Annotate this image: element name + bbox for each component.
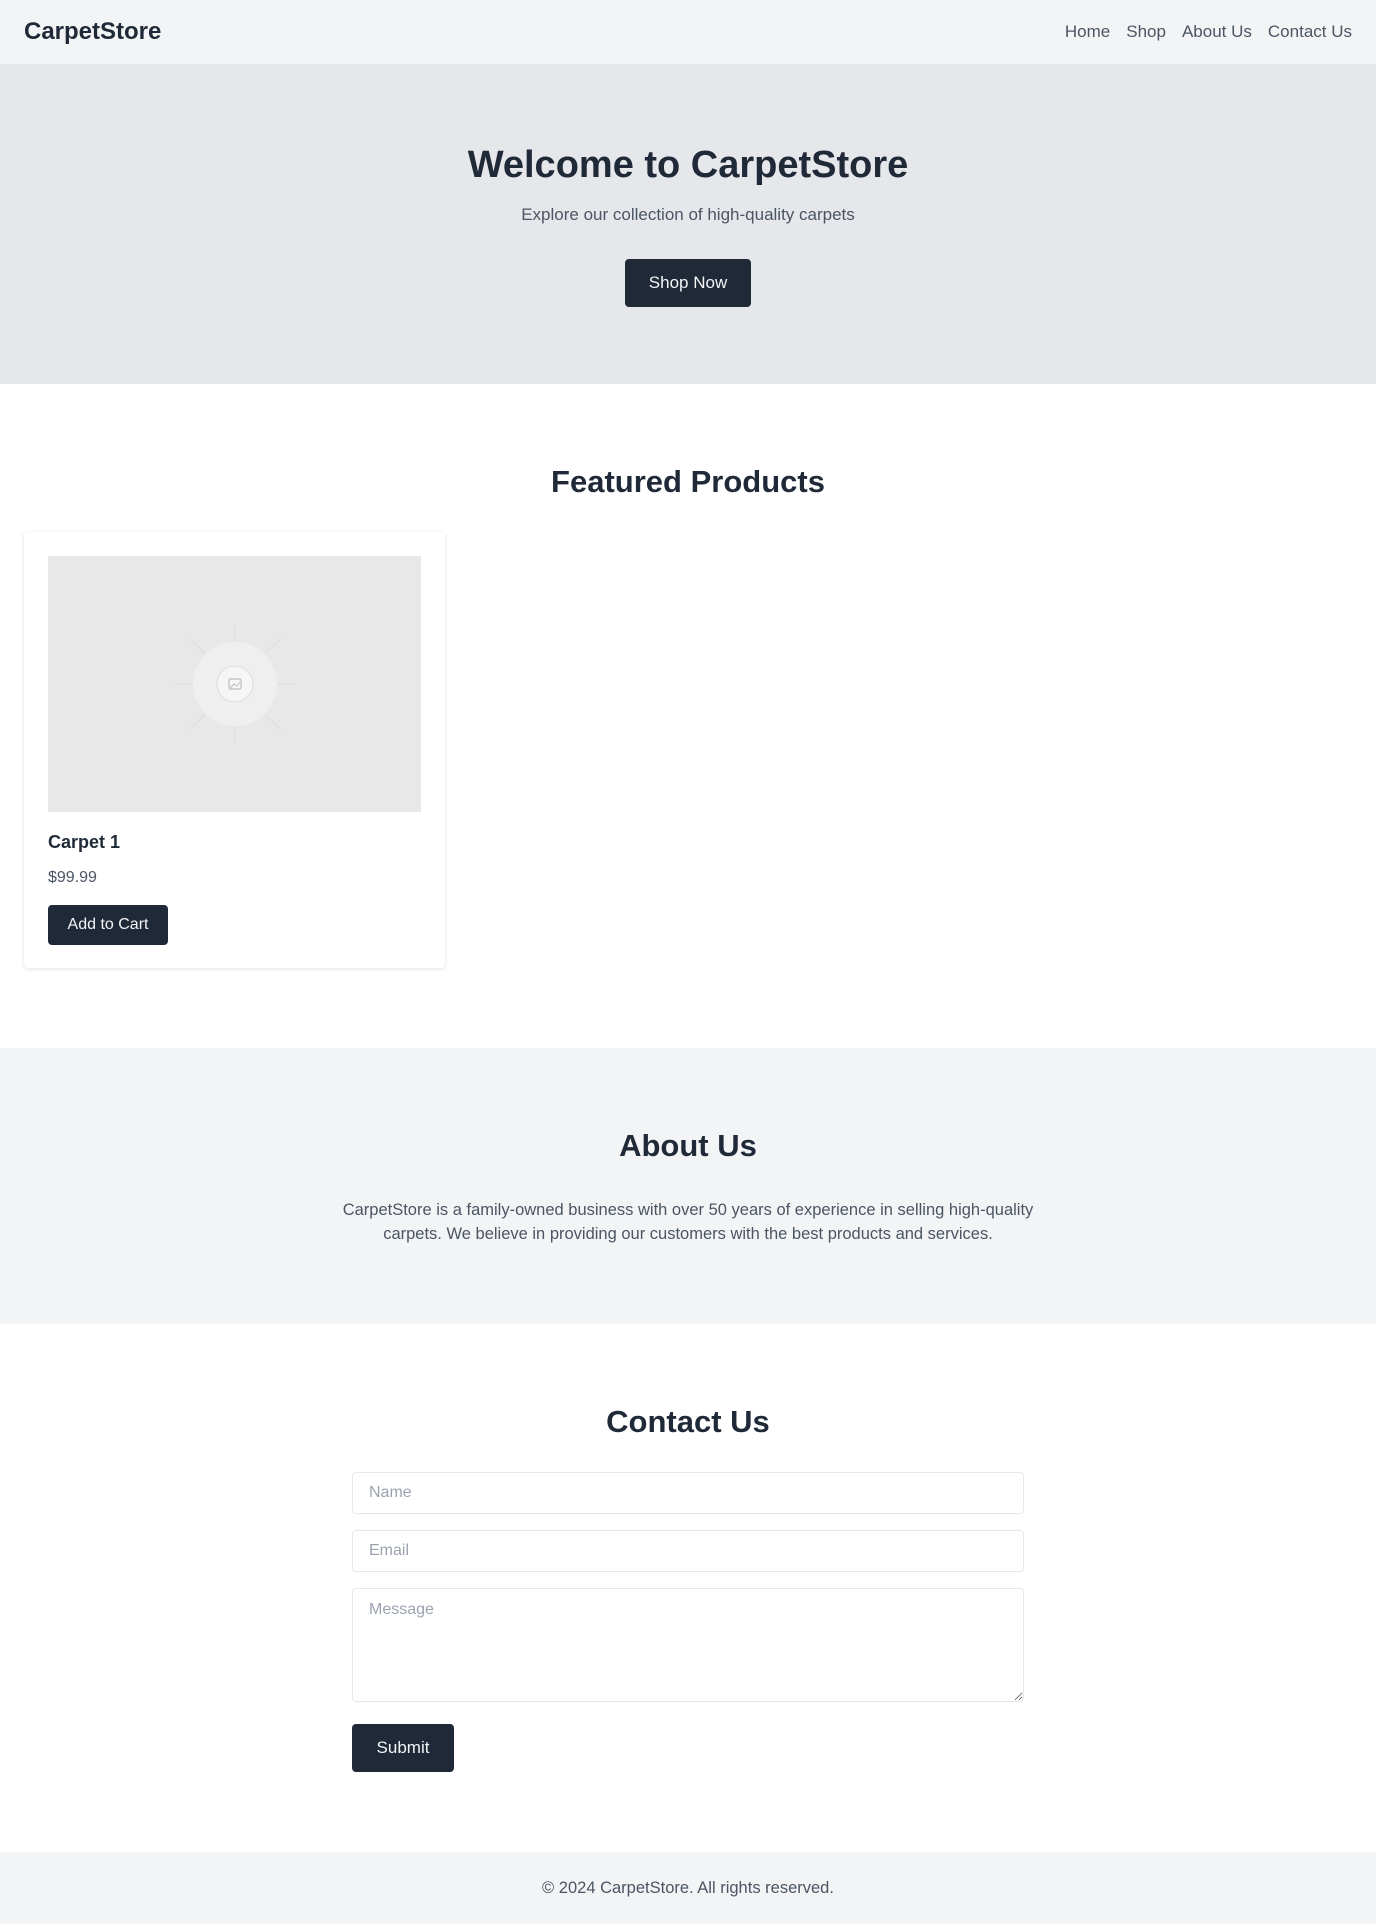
image-placeholder-icon (174, 624, 295, 744)
brand-logo[interactable]: CarpetStore (24, 18, 161, 46)
hero-section: Welcome to CarpetStore Explore our colle… (0, 64, 1376, 384)
shop-now-button[interactable]: Shop Now (625, 259, 751, 307)
featured-title: Featured Products (551, 464, 825, 499)
about-title: About Us (619, 1128, 757, 1163)
email-field[interactable] (352, 1530, 1024, 1572)
message-field[interactable] (352, 1588, 1024, 1702)
footer-copyright: © 2024 CarpetStore. All rights reserved. (542, 1878, 834, 1897)
product-card: Carpet 1 $99.99 Add to Cart (24, 532, 445, 968)
about-section: About Us CarpetStore is a family-owned b… (0, 1048, 1376, 1324)
about-text: CarpetStore is a family-owned business w… (342, 1201, 1034, 1243)
product-image[interactable] (48, 556, 421, 812)
submit-button[interactable]: Submit (352, 1724, 454, 1772)
nav-about[interactable]: About Us (1182, 22, 1252, 42)
contact-title: Contact Us (606, 1404, 770, 1439)
main-nav: Home Shop About Us Contact Us (1065, 22, 1352, 42)
hero-subtitle: Explore our collection of high-quality c… (521, 205, 855, 224)
site-footer: © 2024 CarpetStore. All rights reserved. (0, 1852, 1376, 1924)
nav-home[interactable]: Home (1065, 22, 1110, 42)
nav-contact[interactable]: Contact Us (1268, 22, 1352, 42)
nav-shop[interactable]: Shop (1126, 22, 1166, 42)
contact-section: Contact Us Submit (0, 1324, 1376, 1852)
product-price: $99.99 (48, 869, 97, 886)
add-to-cart-button[interactable]: Add to Cart (48, 905, 168, 945)
hero-title: Welcome to CarpetStore (467, 144, 909, 186)
product-grid: Carpet 1 $99.99 Add to Cart (0, 532, 1376, 968)
site-header: CarpetStore Home Shop About Us Contact U… (0, 0, 1376, 64)
contact-form: Submit (352, 1472, 1024, 1772)
name-field[interactable] (352, 1472, 1024, 1514)
featured-products-section: Featured Products Carpet 1 $99.99 Add to… (0, 384, 1376, 1048)
product-name: Carpet 1 (48, 832, 121, 852)
